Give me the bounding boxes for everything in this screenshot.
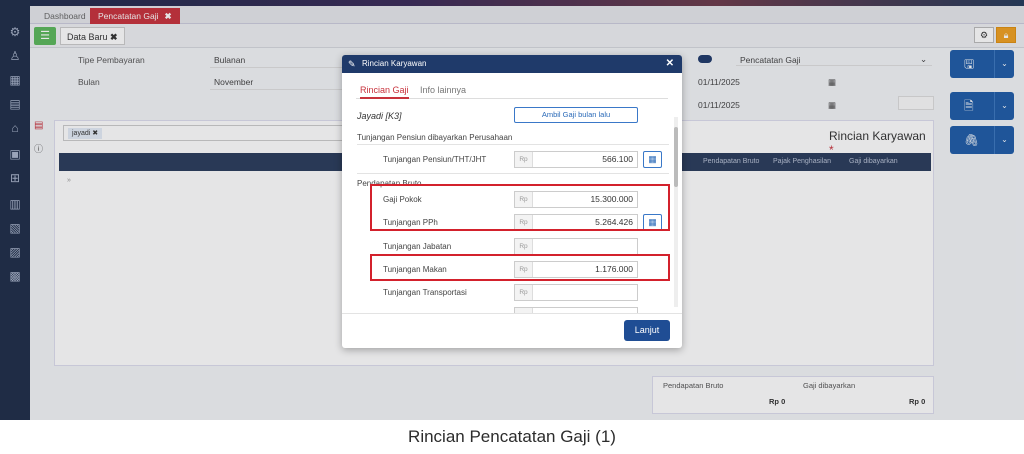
currency-prefix: Rp [515,239,533,254]
calculator-icon[interactable]: ▦ [643,151,662,168]
tunjangan-transportasi-input[interactable]: Rp [514,284,638,301]
ambil-gaji-button[interactable]: Ambil Gaji bulan lalu [514,107,638,123]
pensiun-input[interactable]: Rp 566.100 [514,151,638,168]
tab-info-lainnya[interactable]: Info lainnya [420,83,466,97]
tunjangan-jabatan-label: Tunjangan Jabatan [383,242,452,251]
modal-tabs: Rincian Gaji Info lainnya [356,83,668,99]
lanjut-button[interactable]: Lanjut [624,320,670,341]
currency-prefix: Rp [515,285,533,300]
currency-prefix: Rp [515,152,533,167]
modal-header: ✎ Rincian Karyawan ✕ [342,55,682,73]
modal-footer: Lanjut [342,313,682,348]
tunjangan-transportasi-label: Tunjangan Transportasi [383,288,467,297]
pencil-icon: ✎ [348,59,356,69]
modal-body: Jayadi [K3] Ambil Gaji bulan lalu Tunjan… [342,103,682,313]
scroll-thumb[interactable] [674,127,678,187]
tab-rincian-gaji[interactable]: Rincian Gaji [360,83,409,99]
scrollbar[interactable] [674,117,678,307]
pensiun-label: Tunjangan Pensiun/THT/JHT [383,155,487,164]
figure-caption: Rincian Pencatatan Gaji (1) [408,427,616,446]
app-window: ⚙ ♙ ▦ ▤ ⌂ ▣ ⊞ ▥ ▧ ▨ ▩ Dashboard Pencatat… [0,0,1024,420]
modal-title: Rincian Karyawan [362,59,427,68]
rincian-karyawan-modal: ✎ Rincian Karyawan ✕ Rincian Gaji Info l… [342,55,682,348]
employee-name: Jayadi [K3] [357,111,402,121]
close-icon[interactable]: ✕ [666,55,674,73]
pensiun-value: 566.100 [602,154,633,164]
highlight-box [370,254,670,281]
divider [357,144,669,145]
section-pensiun-title: Tunjangan Pensiun dibayarkan Perusahaan [357,133,513,142]
tunjangan-jabatan-input[interactable]: Rp [514,238,638,255]
divider [357,173,669,174]
highlight-box [370,184,670,231]
